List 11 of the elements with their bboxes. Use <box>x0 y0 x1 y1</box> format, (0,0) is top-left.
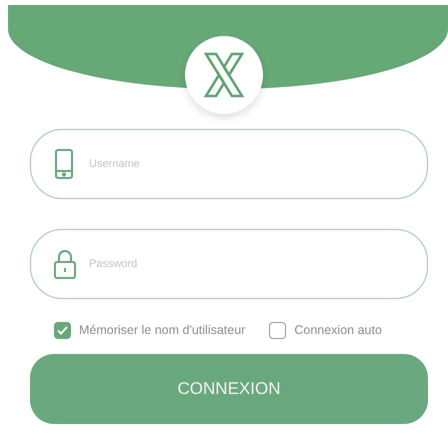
checkbox-label: Connexion auto <box>294 322 382 339</box>
checkbox[interactable] <box>54 322 71 339</box>
checkbox-label: Mémoriser le nom d'utilisateur <box>79 322 246 339</box>
logo-icon <box>204 52 244 98</box>
check-icon <box>57 326 68 335</box>
lock-icon <box>54 249 76 279</box>
text-field[interactable]: Username <box>30 129 428 199</box>
checkbox[interactable] <box>269 322 286 339</box>
login-button[interactable]: CONNEXION <box>30 354 428 424</box>
text-field[interactable]: Password <box>30 229 428 299</box>
phone-icon <box>54 149 74 179</box>
